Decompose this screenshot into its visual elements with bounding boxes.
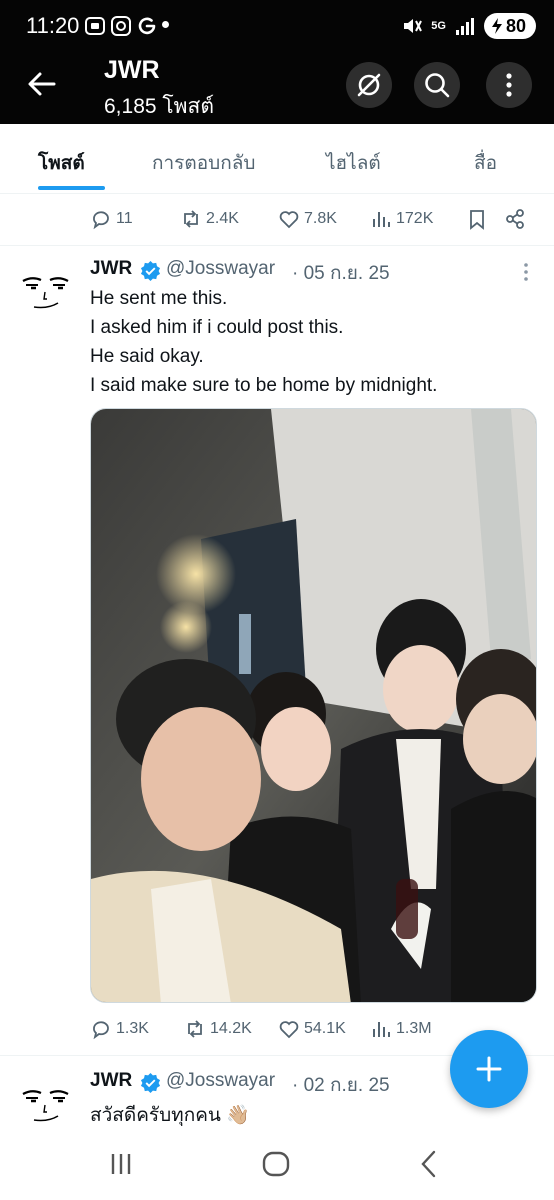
more-vertical-icon xyxy=(506,73,512,97)
verified-icon xyxy=(140,260,161,281)
tab-replies[interactable]: การตอบกลับ xyxy=(152,148,255,178)
divider xyxy=(0,245,554,246)
profile-header: JWR 6,185 โพสต์ xyxy=(0,52,554,124)
battery-level: 80 xyxy=(505,15,526,36)
battery-indicator: 80 xyxy=(483,13,536,39)
tweet-text-line: สวัสดีครับทุกคน 👋🏼 xyxy=(90,1105,250,1126)
share-icon[interactable] xyxy=(504,208,526,230)
views-button[interactable]: 172K xyxy=(370,208,433,230)
grok-icon xyxy=(357,73,381,97)
views-icon xyxy=(373,212,390,227)
like-count: 54.1K xyxy=(304,1020,346,1037)
retweet-icon xyxy=(188,1020,202,1038)
profile-name: JWR xyxy=(104,56,160,84)
network-label: 5G xyxy=(431,20,446,32)
tweet-text-line: He sent me this. xyxy=(90,288,228,309)
tweet-text-line: I asked him if i could post this. xyxy=(90,317,344,338)
notification-dot-icon xyxy=(162,21,169,28)
tweet-more-icon[interactable] xyxy=(514,260,538,284)
reply-icon xyxy=(93,211,109,230)
reply-count: 1.3K xyxy=(116,1020,149,1037)
tweet-author-handle[interactable]: @Josswayar xyxy=(166,1070,275,1092)
active-tab-indicator xyxy=(38,186,105,190)
tweet-date[interactable]: · 05 ก.ย. 25 xyxy=(292,258,390,288)
status-time: 11:20 xyxy=(26,13,80,38)
back-arrow-icon[interactable] xyxy=(24,66,60,102)
reply-button[interactable]: 1.3K xyxy=(90,1018,149,1040)
views-button[interactable]: 1.3M xyxy=(370,1018,432,1040)
tab-posts[interactable]: โพสต์ xyxy=(38,148,85,178)
tab-media[interactable]: สื่อ xyxy=(474,148,497,178)
bookmark-icon[interactable] xyxy=(466,208,488,230)
retweet-button[interactable]: 2.4K xyxy=(180,208,239,230)
tab-highlights[interactable]: ไฮไลต์ xyxy=(326,148,381,178)
google-icon xyxy=(138,17,156,35)
reply-button[interactable]: 11 xyxy=(90,208,133,230)
recent-apps-icon[interactable] xyxy=(103,1146,139,1182)
charging-bolt-icon xyxy=(491,18,502,34)
avatar[interactable] xyxy=(18,265,74,321)
home-icon[interactable] xyxy=(258,1146,294,1182)
like-button[interactable]: 54.1K xyxy=(278,1018,346,1040)
like-icon xyxy=(279,1021,299,1039)
signal-icon xyxy=(455,18,474,35)
back-icon[interactable] xyxy=(412,1146,448,1182)
screenshot-app-icon xyxy=(85,17,105,35)
compose-plus-icon xyxy=(476,1056,502,1082)
like-icon xyxy=(279,211,299,229)
like-count: 7.8K xyxy=(304,210,337,227)
views-icon xyxy=(373,1022,390,1037)
tweet-text-line: He said okay. xyxy=(90,346,204,367)
system-nav-bar xyxy=(0,1128,554,1200)
tweet-author-name[interactable]: JWR xyxy=(90,258,132,280)
retweet-count: 2.4K xyxy=(206,210,239,227)
tweet-text-line: I said make sure to be home by midnight. xyxy=(90,375,438,396)
like-button[interactable]: 7.8K xyxy=(278,208,337,230)
retweet-count: 14.2K xyxy=(210,1020,252,1037)
mute-icon xyxy=(404,19,423,33)
tweet-author-name[interactable]: JWR xyxy=(90,1070,132,1092)
selfie-photo-image xyxy=(91,409,536,1002)
status-bar: 11:20 5G 80 xyxy=(0,0,554,52)
search-button[interactable] xyxy=(414,62,460,108)
view-count: 1.3M xyxy=(396,1020,432,1037)
prev-tweet-actions: 11 2.4K 7.8K 172K xyxy=(0,200,554,240)
retweet-button[interactable]: 14.2K xyxy=(184,1018,252,1040)
view-count: 172K xyxy=(396,210,434,227)
tweet-date[interactable]: · 02 ก.ย. 25 xyxy=(292,1070,390,1100)
reply-icon xyxy=(93,1021,109,1040)
compose-button[interactable] xyxy=(450,1030,528,1108)
reply-count: 11 xyxy=(116,210,133,227)
tweet-photo[interactable] xyxy=(90,408,537,1003)
more-options-button[interactable] xyxy=(486,62,532,108)
status-right: 5G 80 xyxy=(401,13,536,39)
verified-icon xyxy=(140,1072,161,1093)
avatar[interactable] xyxy=(18,1078,74,1134)
tweet-author-handle[interactable]: @Josswayar xyxy=(166,258,275,280)
post-count: 6,185 โพสต์ xyxy=(104,95,214,118)
retweet-icon xyxy=(184,210,198,228)
grok-button[interactable] xyxy=(346,62,392,108)
instagram-icon xyxy=(111,16,131,36)
search-icon xyxy=(425,73,450,98)
profile-tabs: โพสต์ การตอบกลับ ไฮไลต์ สื่อ xyxy=(0,124,554,194)
